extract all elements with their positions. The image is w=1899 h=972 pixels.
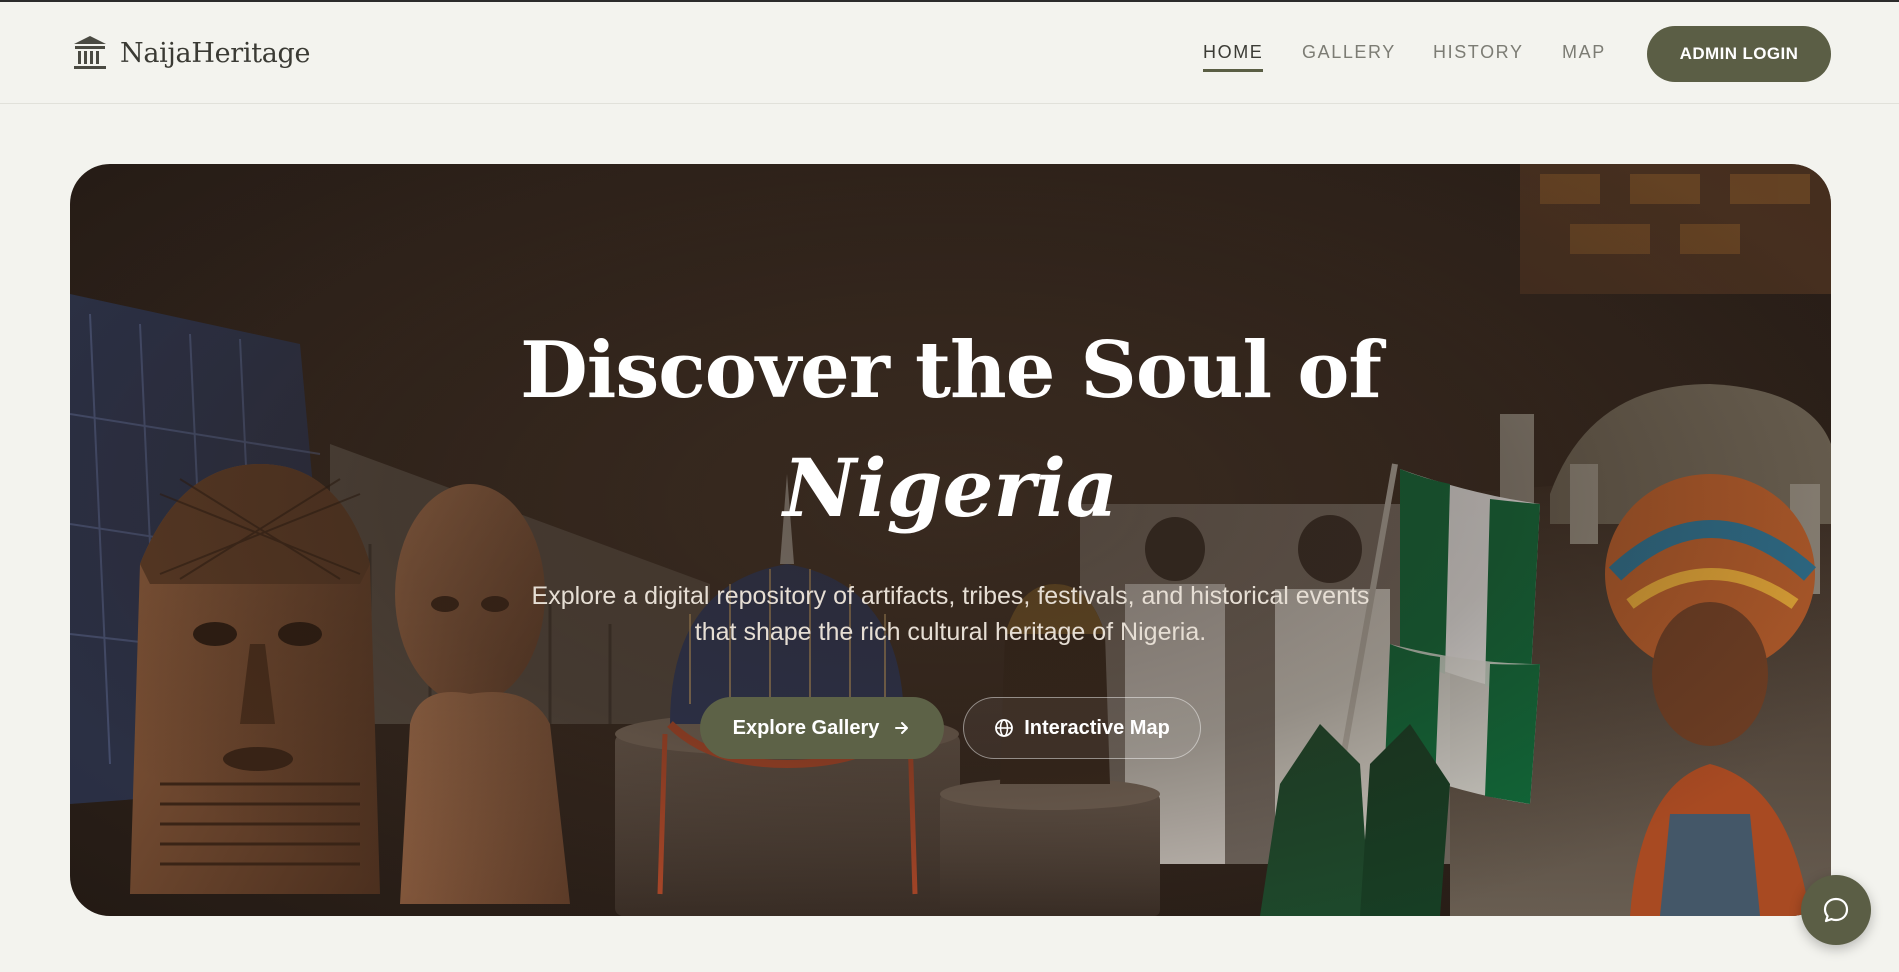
brand-name: NaijaHeritage: [120, 37, 311, 69]
chat-button[interactable]: [1801, 875, 1871, 945]
explore-gallery-button[interactable]: Explore Gallery: [700, 697, 944, 759]
nav-home[interactable]: HOME: [1203, 42, 1264, 72]
nav-gallery[interactable]: GALLERY: [1302, 42, 1396, 63]
brand-logo[interactable]: NaijaHeritage: [72, 34, 311, 72]
hero-banner: Discover the Soul of Nigeria Explore a d…: [70, 164, 1831, 916]
interactive-map-label: Interactive Map: [1024, 716, 1170, 739]
arrow-right-icon: [895, 722, 909, 734]
site-header: NaijaHeritage HOME GALLERY HISTORY MAP A…: [0, 2, 1899, 104]
admin-login-button[interactable]: ADMIN LOGIN: [1647, 26, 1831, 82]
interactive-map-button[interactable]: Interactive Map: [963, 697, 1201, 759]
hero-title: Discover the Soul of: [520, 325, 1382, 416]
globe-icon: [995, 719, 1014, 737]
hero-dim-overlay: [70, 164, 1831, 916]
nav-history[interactable]: HISTORY: [1433, 42, 1524, 63]
explore-gallery-label: Explore Gallery: [732, 716, 880, 739]
museum-icon: [74, 36, 106, 69]
hero-title-highlight: Nigeria: [783, 441, 1118, 535]
chat-bubble-icon: [1823, 897, 1849, 923]
nav-map[interactable]: MAP: [1562, 42, 1606, 63]
hero-subtitle: Explore a digital repository of artifact…: [531, 582, 1370, 646]
